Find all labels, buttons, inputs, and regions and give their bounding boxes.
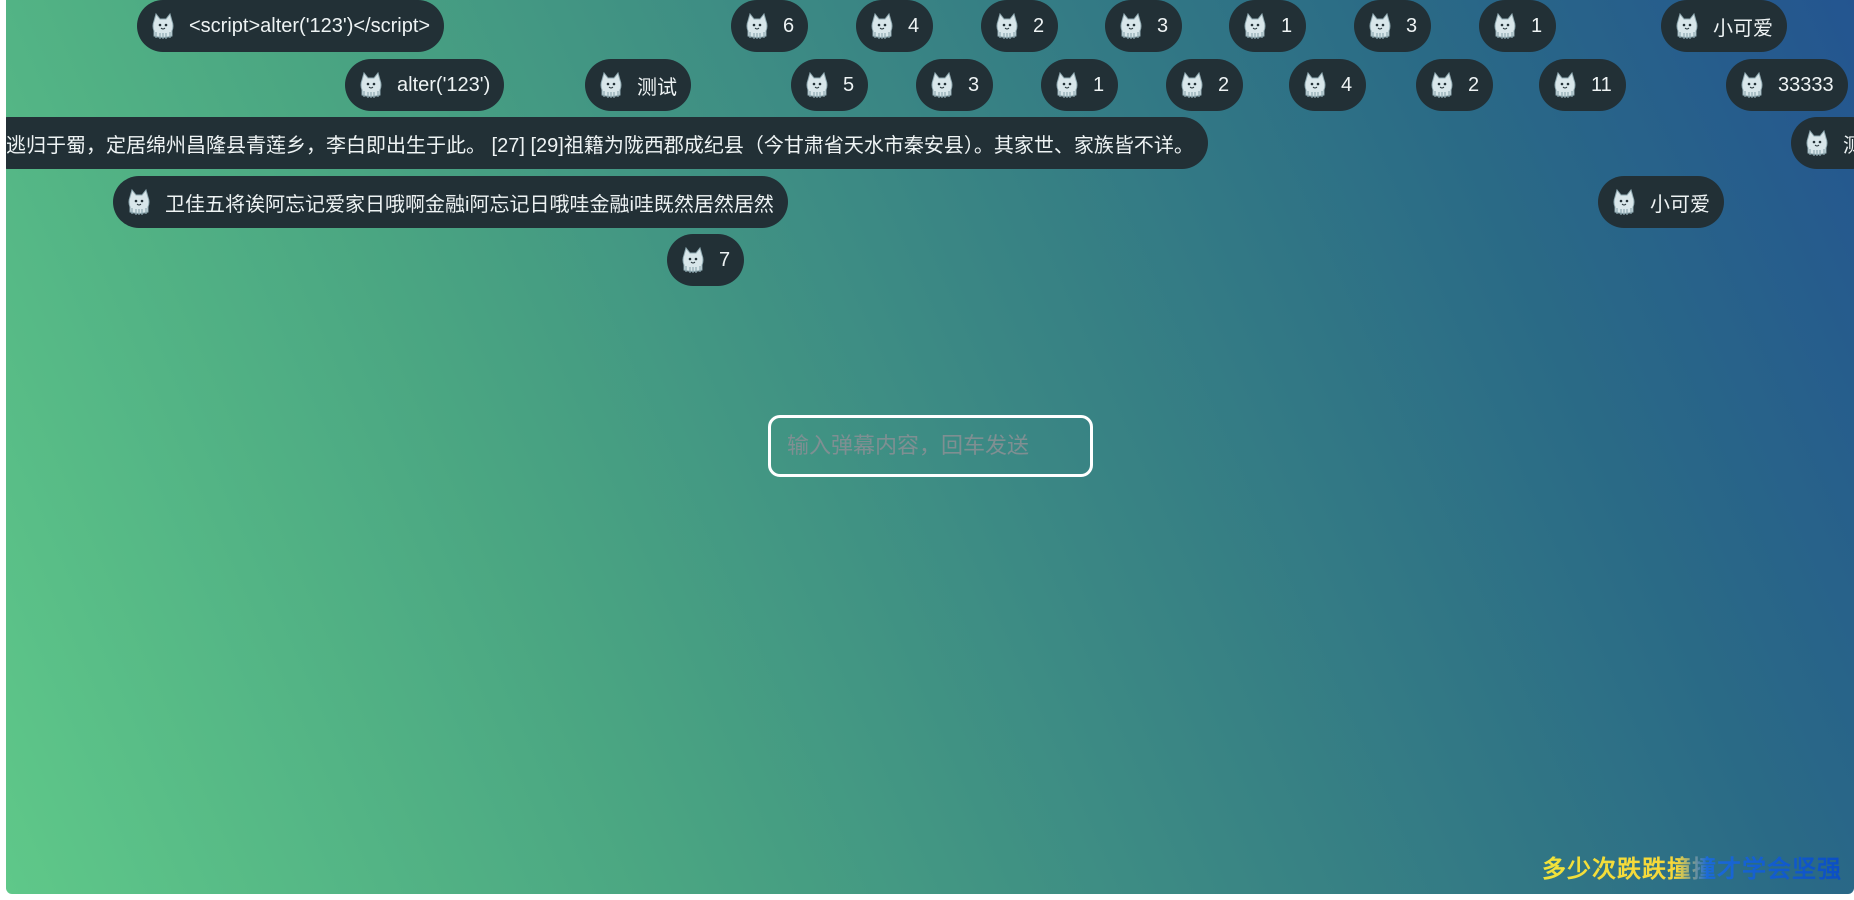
danmaku-input[interactable] [768,415,1093,477]
danmaku-text: 测 [1843,134,1854,157]
danmaku-item: 4 [1289,59,1367,111]
danmaku-stage: <script>alter('123')</script> 6 4 2 3 1 … [6,0,1854,894]
danmaku-text: 小可爱 [1713,17,1773,40]
danmaku-item: 33333 [1726,59,1848,111]
danmaku-text: 6 [783,14,795,37]
cat-avatar-icon [597,71,625,99]
danmaku-text: 3 [1406,14,1418,37]
danmaku-item: 4 [856,0,934,52]
danmaku-text: 33333 [1778,73,1834,96]
danmaku-item: 2 [981,0,1059,52]
danmaku-item: 3 [1105,0,1183,52]
cat-avatar-icon [1738,71,1766,99]
cat-avatar-icon [868,12,896,40]
cat-avatar-icon [1366,12,1394,40]
cat-avatar-icon [1301,71,1329,99]
danmaku-item: 1 [1041,59,1119,111]
danmaku-item: alter('123') [345,59,505,111]
slogan-text: 多少次跌跌撞撞才学会坚强 [1542,849,1842,884]
danmaku-item: 7 [667,234,745,286]
danmaku-text: 测试 [637,76,677,99]
danmaku-text: 1 [1093,73,1105,96]
cat-avatar-icon [125,188,153,216]
danmaku-text: 1 [1531,14,1543,37]
danmaku-item: 11 [1539,59,1626,111]
danmaku-item: 小可爱 [1661,0,1787,52]
danmaku-text: 小可爱 [1650,193,1710,216]
cat-avatar-icon [1803,129,1831,157]
cat-avatar-icon [1428,71,1456,99]
danmaku-text: 3 [1157,14,1169,37]
danmaku-text: 2 [1218,73,1230,96]
danmaku-text: 2 [1033,14,1045,37]
danmaku-text: 3 [968,73,980,96]
cat-avatar-icon [928,71,956,99]
danmaku-item: 2 [1166,59,1244,111]
cat-avatar-icon [743,12,771,40]
cat-avatar-icon [1117,12,1145,40]
danmaku-text: 5 [843,73,855,96]
cat-avatar-icon [357,71,385,99]
danmaku-item: 测 [1791,117,1854,169]
danmaku-item: 测试 [585,59,691,111]
danmaku-text: 1 [1281,14,1293,37]
danmaku-text: 2 [1468,73,1480,96]
danmaku-item: 逃归于蜀，定居绵州昌隆县青莲乡，李白即出生于此。 [27] [29]祖籍为陇西郡… [6,117,1208,169]
danmaku-item: 1 [1229,0,1307,52]
cat-avatar-icon [1178,71,1206,99]
danmaku-text: alter('123') [397,73,491,96]
danmaku-text: 4 [1341,73,1353,96]
cat-avatar-icon [1053,71,1081,99]
danmaku-item: 3 [1354,0,1432,52]
danmaku-item: 5 [791,59,869,111]
danmaku-item: 卫佳五将诶阿忘记爱家日哦啊金融i阿忘记日哦哇金融i哇既然居然居然 [113,176,788,228]
danmaku-text: 11 [1591,73,1612,96]
danmaku-item: 1 [1479,0,1557,52]
danmaku-item: 6 [731,0,809,52]
danmaku-item: 3 [916,59,994,111]
danmaku-text: 卫佳五将诶阿忘记爱家日哦啊金融i阿忘记日哦哇金融i哇既然居然居然 [165,193,774,216]
cat-avatar-icon [1491,12,1519,40]
danmaku-item: <script>alter('123')</script> [137,0,445,52]
cat-avatar-icon [1551,71,1579,99]
cat-avatar-icon [1610,188,1638,216]
danmaku-item: 2 [1416,59,1494,111]
cat-avatar-icon [149,12,177,40]
danmaku-text: <script>alter('123')</script> [189,14,431,37]
cat-avatar-icon [679,246,707,274]
cat-avatar-icon [1673,12,1701,40]
cat-avatar-icon [993,12,1021,40]
danmaku-item: 小可爱 [1598,176,1724,228]
cat-avatar-icon [1241,12,1269,40]
danmaku-text: 逃归于蜀，定居绵州昌隆县青莲乡，李白即出生于此。 [27] [29]祖籍为陇西郡… [6,134,1194,157]
danmaku-text: 7 [719,248,731,271]
danmaku-text: 4 [908,14,920,37]
cat-avatar-icon [803,71,831,99]
